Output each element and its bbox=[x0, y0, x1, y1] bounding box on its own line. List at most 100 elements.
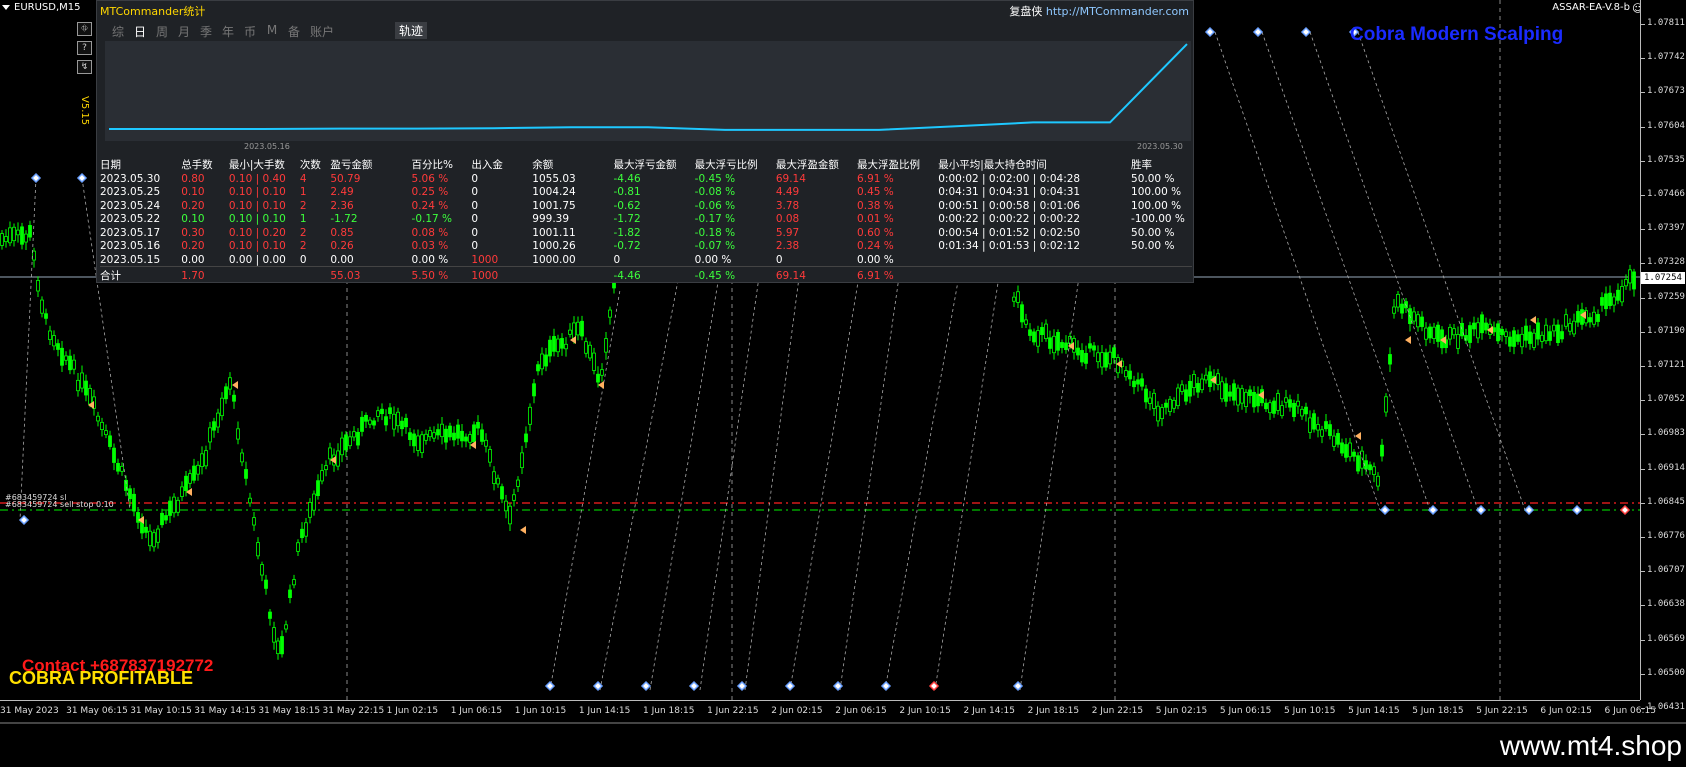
candle bbox=[1500, 328, 1504, 336]
candle bbox=[1140, 378, 1144, 387]
tab-1[interactable]: 日 bbox=[129, 23, 151, 40]
candle bbox=[276, 640, 280, 655]
profitable-label: COBRA PROFITABLE bbox=[9, 668, 193, 688]
current-price-label: 1.07254 bbox=[1641, 272, 1685, 284]
tab-3[interactable]: 月 bbox=[173, 23, 195, 40]
side-button-1[interactable]: ⛗ bbox=[77, 22, 92, 36]
candle bbox=[72, 359, 76, 370]
tab-5[interactable]: 年 bbox=[217, 23, 239, 40]
candle bbox=[340, 437, 344, 456]
candle bbox=[1092, 345, 1096, 351]
time-tick: 31 May 22:15 bbox=[322, 706, 385, 716]
side-button-3[interactable]: ↯ bbox=[77, 60, 92, 74]
candle bbox=[1204, 374, 1208, 381]
tab-track[interactable]: 轨迹 bbox=[395, 22, 428, 39]
tab-0[interactable]: 综 bbox=[107, 23, 129, 40]
candle bbox=[168, 500, 172, 516]
candle bbox=[508, 505, 512, 525]
tab-9[interactable]: 账户 bbox=[305, 23, 339, 40]
candle bbox=[1048, 337, 1052, 349]
price-tick: 1.07673 bbox=[1641, 86, 1685, 97]
candle bbox=[320, 470, 324, 482]
candle bbox=[172, 496, 176, 514]
trade-marker bbox=[76, 172, 88, 184]
table-cell: 0.85 bbox=[330, 226, 354, 239]
table-row[interactable]: 2023.05.30 0.80 0.10 | 0.40 4 50.79 5.06 % 0 10… bbox=[100, 172, 1192, 186]
price-tick: 1.07121 bbox=[1641, 360, 1685, 370]
candle bbox=[1104, 352, 1108, 368]
table-cell: 1 bbox=[299, 213, 307, 226]
table-cell: -0.07 % bbox=[694, 240, 736, 253]
tab-2[interactable]: 周 bbox=[151, 23, 173, 40]
total-cell: 69.14 bbox=[775, 266, 858, 283]
candle bbox=[1040, 327, 1044, 336]
price-tick: 1.07328 bbox=[1641, 257, 1685, 268]
candle bbox=[128, 488, 132, 500]
candle bbox=[100, 421, 104, 430]
time-axis[interactable]: 31 May 2023 31 May 06:15 31 May 10:15 31 Ma… bbox=[0, 700, 1656, 722]
time-tick: 31 May 18:15 bbox=[258, 706, 321, 716]
candle bbox=[1460, 322, 1464, 337]
entry-arrow bbox=[1355, 432, 1361, 440]
candle bbox=[1568, 323, 1572, 332]
trade-line bbox=[1214, 31, 1381, 511]
candle bbox=[328, 447, 332, 460]
candle bbox=[1452, 328, 1456, 336]
table-cell: 2023.05.17 bbox=[100, 226, 161, 239]
candle bbox=[1144, 388, 1148, 403]
time-tick: 2 Jun 18:15 bbox=[1027, 706, 1080, 716]
tab-7[interactable]: M bbox=[261, 23, 283, 40]
table-row[interactable]: 2023.05.15 0.00 0.00 | 0.00 0 0.00 0.00 % 1000… bbox=[100, 253, 1192, 267]
candle bbox=[432, 432, 436, 439]
chevron-down-icon[interactable] bbox=[2, 4, 10, 10]
time-tick: 31 May 2023 bbox=[0, 706, 59, 716]
candle bbox=[1248, 389, 1252, 396]
tab-6[interactable]: 币 bbox=[239, 23, 261, 40]
candle bbox=[1216, 373, 1220, 385]
column-header: 最大浮亏比例 bbox=[694, 159, 758, 171]
candle bbox=[220, 397, 224, 417]
table-cell: 0:00:51 | 0:00:58 | 0:01:06 bbox=[938, 199, 1081, 212]
candle bbox=[148, 530, 152, 547]
candle bbox=[1552, 324, 1556, 332]
brand-link[interactable]: http://MTCommander.com bbox=[1046, 5, 1189, 18]
mtcommander-stats-panel[interactable]: MTCommander统计 复盘侠 http://MTCommander.com… bbox=[96, 0, 1194, 283]
table-cell: 1000.00 bbox=[532, 253, 576, 266]
time-tick: 1 Jun 22:15 bbox=[707, 706, 759, 716]
table-row[interactable]: 2023.05.16 0.20 0.10 | 0.10 2 0.26 0.03 % 0 100… bbox=[100, 240, 1192, 254]
candle bbox=[1616, 289, 1620, 301]
candle bbox=[528, 406, 532, 425]
table-cell: -1.72 bbox=[330, 213, 358, 226]
total-cell bbox=[1131, 266, 1192, 283]
candle bbox=[604, 338, 608, 353]
price-axis[interactable]: 1.07811 1.07742 1.07673 1.07604 1.07535 1.074… bbox=[1640, 0, 1686, 746]
tab-8[interactable]: 备 bbox=[283, 23, 305, 40]
candle bbox=[1572, 320, 1576, 335]
candle bbox=[580, 320, 584, 337]
candle bbox=[1192, 374, 1196, 388]
candle bbox=[1184, 389, 1188, 402]
table-cell: 0 bbox=[471, 199, 479, 212]
time-tick: 1 Jun 02:15 bbox=[386, 706, 439, 716]
price-tick: 1.06638 bbox=[1641, 599, 1685, 610]
column-header: 盈亏金额 bbox=[330, 159, 373, 171]
candle bbox=[1012, 296, 1016, 302]
help-button[interactable]: ? bbox=[77, 41, 92, 55]
candle bbox=[1344, 444, 1348, 458]
table-row[interactable]: 2023.05.25 0.10 0.10 | 0.10 1 2.49 0.25 % 0 100… bbox=[100, 186, 1192, 200]
table-cell: -0.08 % bbox=[694, 186, 736, 199]
table-cell: 0 bbox=[471, 240, 479, 253]
tab-4[interactable]: 季 bbox=[195, 23, 217, 40]
total-cell: 5.50 % bbox=[411, 266, 472, 283]
candle bbox=[1200, 378, 1204, 391]
candle bbox=[1256, 393, 1260, 407]
price-tick: 1.07604 bbox=[1641, 120, 1685, 131]
candle bbox=[1176, 387, 1180, 407]
table-row[interactable]: 2023.05.17 0.30 0.10 | 0.20 2 0.85 0.08 % 0 100… bbox=[100, 226, 1192, 240]
candle bbox=[1232, 383, 1236, 401]
symbol-label[interactable]: EURUSD,M15 bbox=[2, 2, 80, 13]
candle bbox=[348, 436, 352, 447]
trade-marker bbox=[1252, 26, 1264, 38]
table-row[interactable]: 2023.05.24 0.20 0.10 | 0.10 2 2.36 0.24 % 0 100… bbox=[100, 199, 1192, 213]
table-row[interactable]: 2023.05.22 0.10 0.10 | 0.10 1 -1.72 -0.17 % 0 9… bbox=[100, 213, 1192, 227]
